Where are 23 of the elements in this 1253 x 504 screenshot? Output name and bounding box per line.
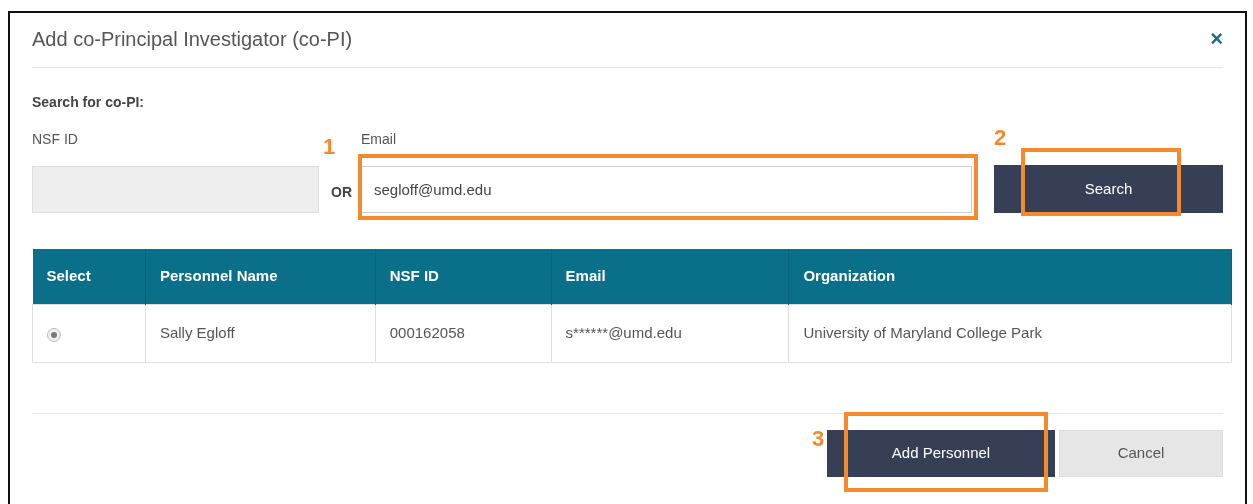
column-header: Email: [551, 249, 789, 304]
column-header: NSF ID: [375, 249, 552, 304]
field-label: Email: [361, 130, 397, 149]
callout-number: 3: [812, 427, 825, 450]
field-label: NSF ID: [32, 130, 79, 149]
search-heading: Search for co-PI:: [32, 93, 146, 112]
email-field[interactable]: segloff@umd.edu: [361, 166, 972, 213]
column-header: Select: [32, 249, 146, 304]
or-label: OR: [331, 184, 352, 200]
close-button[interactable]: ×: [1210, 28, 1223, 50]
cancel-button[interactable]: Cancel: [1059, 429, 1223, 477]
search-button[interactable]: Search: [994, 165, 1223, 213]
table-cell: Sally Egloff: [145, 304, 376, 362]
column-header: Organization: [788, 249, 1232, 304]
table-cell: s******@umd.edu: [551, 304, 789, 362]
callout-number: 1: [323, 136, 336, 158]
callout-number: 2: [994, 127, 1007, 149]
column-header: Personnel Name: [145, 249, 376, 304]
table-cell: 000162058: [375, 304, 552, 362]
radio-button[interactable]: [47, 327, 61, 342]
dialog-title: Add co-Principal Investigator (co-PI): [32, 27, 353, 51]
table-cell: University of Maryland College Park: [788, 304, 1232, 362]
add-personnel-button[interactable]: Add Personnel: [827, 429, 1055, 477]
